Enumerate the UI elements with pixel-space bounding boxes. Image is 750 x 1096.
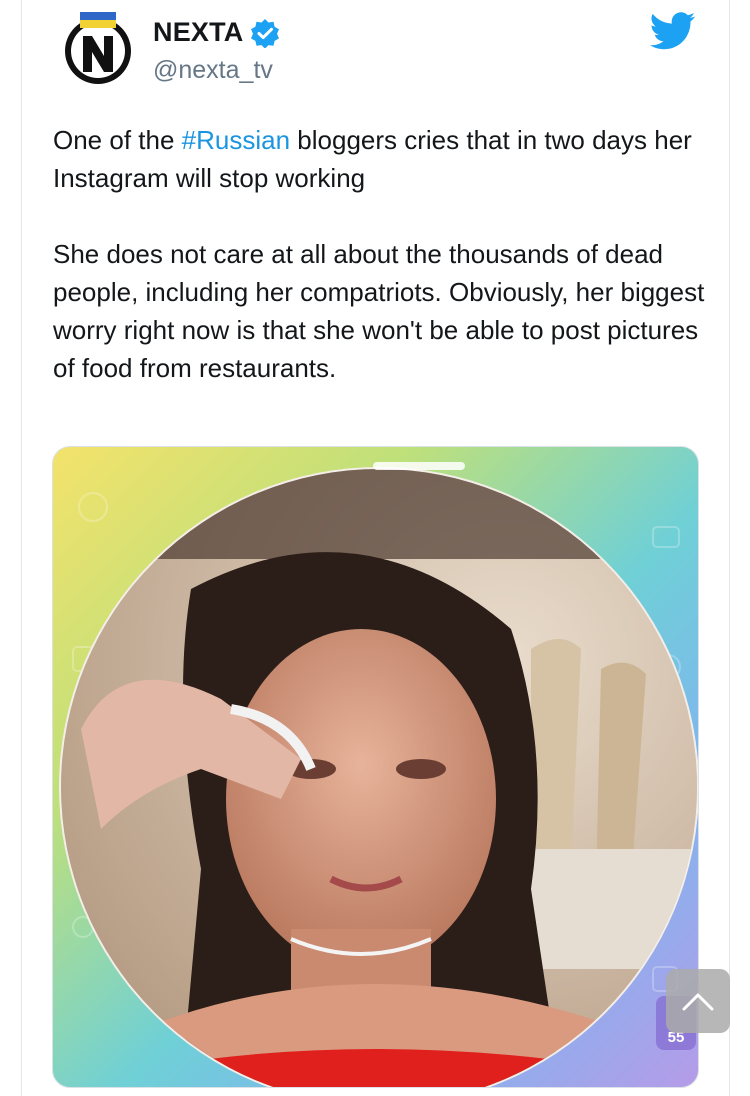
video-frame bbox=[61, 469, 697, 1087]
author-name-row[interactable]: NEXTA bbox=[153, 17, 280, 48]
avatar[interactable] bbox=[63, 12, 133, 86]
twitter-bird-icon[interactable] bbox=[650, 12, 696, 50]
tweet-media[interactable] bbox=[52, 446, 699, 1088]
author-name[interactable]: NEXTA bbox=[153, 17, 244, 48]
tweet-paragraph-2: She does not care at all about the thous… bbox=[53, 239, 705, 383]
author-handle[interactable]: @nexta_tv bbox=[153, 56, 273, 85]
verified-badge-icon bbox=[250, 18, 279, 48]
hashtag-link[interactable]: #Russian bbox=[182, 125, 290, 155]
video-message-circle[interactable] bbox=[59, 467, 698, 1087]
tweet-paragraph-1: One of the #Russian bloggers cries that … bbox=[53, 121, 713, 197]
text-before-hashtag: One of the bbox=[53, 125, 182, 155]
chevron-up-icon bbox=[682, 993, 714, 1011]
tweet-text: One of the #Russian bloggers cries that … bbox=[53, 121, 713, 425]
video-handle-bar bbox=[373, 462, 465, 470]
scroll-to-top-button[interactable] bbox=[666, 969, 730, 1033]
